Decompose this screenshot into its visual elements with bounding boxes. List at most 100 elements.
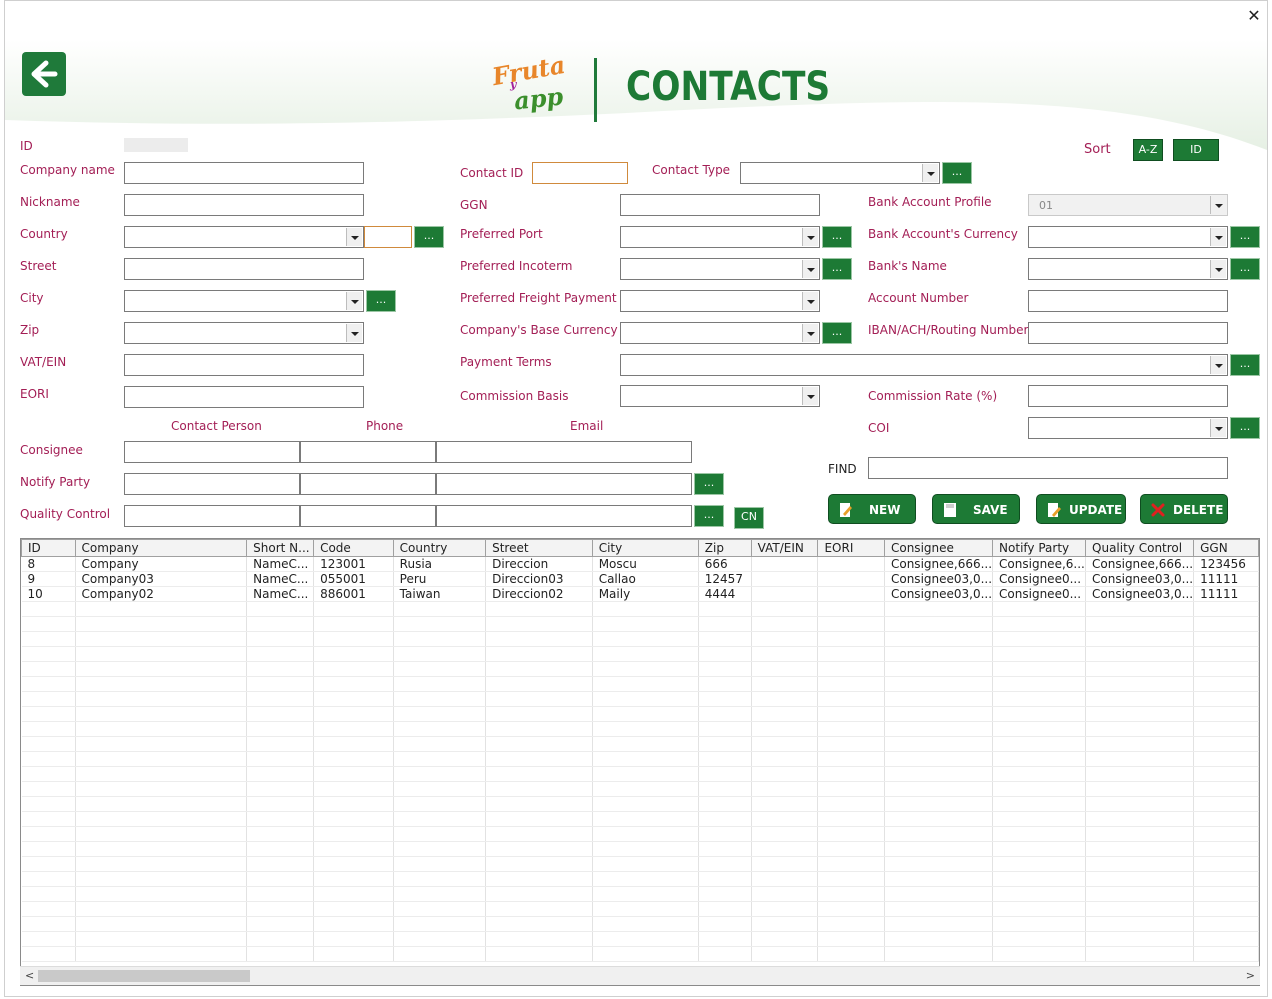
ggn-input[interactable]: [620, 194, 820, 216]
table-cell[interactable]: 11111: [1193, 586, 1259, 602]
country-more-button[interactable]: ...: [414, 226, 444, 248]
qc-more-button[interactable]: ...: [694, 505, 724, 527]
column-header[interactable]: EORI: [817, 539, 885, 557]
country-select[interactable]: [124, 226, 364, 248]
update-button[interactable]: UPDATE: [1036, 494, 1126, 524]
table-cell[interactable]: Consignee03,0...: [884, 571, 994, 587]
consignee-phone-input[interactable]: [300, 441, 436, 463]
table-cell[interactable]: Maily: [592, 586, 699, 602]
commission-basis-select[interactable]: [620, 385, 820, 407]
table-cell[interactable]: NameC...: [246, 556, 315, 572]
column-header[interactable]: GGN: [1193, 539, 1259, 557]
notify-contact-input[interactable]: [124, 473, 300, 495]
column-header[interactable]: Code: [313, 539, 394, 557]
table-cell[interactable]: Rusia: [393, 556, 487, 572]
table-cell[interactable]: 886001: [313, 586, 394, 602]
back-button[interactable]: [22, 52, 66, 96]
table-cell[interactable]: 4444: [698, 586, 752, 602]
sort-id-button[interactable]: ID: [1173, 139, 1219, 161]
table-cell[interactable]: Consignee,666...: [884, 556, 994, 572]
nickname-input[interactable]: [124, 194, 364, 216]
payment-terms-more-button[interactable]: ...: [1230, 354, 1260, 376]
table-cell[interactable]: Company03: [75, 571, 248, 587]
table-cell[interactable]: Consignee03,0...: [1085, 586, 1195, 602]
table-cell[interactable]: 11111: [1193, 571, 1259, 587]
scrollbar-thumb[interactable]: [38, 970, 250, 982]
horizontal-scrollbar[interactable]: < >: [20, 966, 1260, 985]
city-select[interactable]: [124, 290, 364, 312]
table-cell[interactable]: 9: [21, 571, 76, 587]
table-cell[interactable]: 666: [698, 556, 752, 572]
table-cell[interactable]: 123456: [1193, 556, 1259, 572]
consignee-contact-input[interactable]: [124, 441, 300, 463]
table-cell[interactable]: Company02: [75, 586, 248, 602]
table-cell[interactable]: Consignee03,0...: [884, 586, 994, 602]
scroll-right-icon[interactable]: >: [1246, 969, 1255, 982]
contact-id-input[interactable]: [532, 162, 628, 184]
preferred-port-select[interactable]: [620, 226, 820, 248]
table-cell[interactable]: Callao: [592, 571, 699, 587]
table-cell[interactable]: [751, 571, 819, 587]
bank-currency-select[interactable]: [1028, 226, 1228, 248]
table-cell[interactable]: Company: [75, 556, 248, 572]
table-cell[interactable]: Peru: [393, 571, 487, 587]
column-header[interactable]: Consignee: [883, 539, 994, 557]
consignee-email-input[interactable]: [436, 441, 692, 463]
account-number-input[interactable]: [1028, 290, 1228, 312]
contact-type-select[interactable]: [740, 162, 940, 184]
table-cell[interactable]: 8: [21, 556, 76, 572]
iban-input[interactable]: [1028, 322, 1228, 344]
cn-button[interactable]: CN: [734, 507, 764, 529]
table-cell[interactable]: NameC...: [246, 571, 315, 587]
find-input[interactable]: [868, 457, 1228, 479]
table-cell[interactable]: [817, 556, 885, 572]
qc-contact-input[interactable]: [124, 505, 300, 527]
column-header[interactable]: Notify Party: [992, 539, 1087, 557]
zip-select[interactable]: [124, 322, 364, 344]
commission-rate-input[interactable]: [1028, 385, 1228, 407]
table-cell[interactable]: Consignee0...: [992, 586, 1087, 602]
table-cell[interactable]: Direccion03: [485, 571, 593, 587]
company-name-input[interactable]: [124, 162, 364, 184]
column-header[interactable]: ID: [21, 539, 76, 557]
table-cell[interactable]: Consignee0...: [992, 571, 1087, 587]
table-cell[interactable]: Direccion: [485, 556, 593, 572]
city-more-button[interactable]: ...: [366, 290, 396, 312]
qc-email-input[interactable]: [436, 505, 692, 527]
table-cell[interactable]: Direccion02: [485, 586, 593, 602]
save-button[interactable]: SAVE: [932, 494, 1020, 524]
vat-input[interactable]: [124, 354, 364, 376]
table-cell[interactable]: 10: [21, 586, 76, 602]
table-cell[interactable]: 055001: [313, 571, 394, 587]
notify-phone-input[interactable]: [300, 473, 436, 495]
table-row[interactable]: 8 Company NameC... 123001 Rusia Direccion Mosc…: [21, 556, 1259, 572]
country-code-input[interactable]: [364, 226, 412, 248]
table-cell[interactable]: [817, 571, 885, 587]
coi-select[interactable]: [1028, 417, 1228, 439]
notify-email-input[interactable]: [436, 473, 692, 495]
bank-currency-more-button[interactable]: ...: [1230, 226, 1260, 248]
new-button[interactable]: NEW: [828, 494, 916, 524]
table-row[interactable]: 9 Company03 NameC... 055001 Peru Direccion03 C…: [21, 571, 1259, 587]
column-header[interactable]: VAT/EIN: [750, 539, 819, 557]
preferred-port-more-button[interactable]: ...: [822, 226, 852, 248]
table-cell[interactable]: Consignee03,0...: [1085, 571, 1195, 587]
column-header[interactable]: Quality Control: [1085, 539, 1195, 557]
table-cell[interactable]: Moscu: [592, 556, 699, 572]
street-input[interactable]: [124, 258, 364, 280]
table-cell[interactable]: 12457: [698, 571, 752, 587]
column-header[interactable]: Zip: [697, 539, 752, 557]
column-header[interactable]: City: [591, 539, 699, 557]
table-cell[interactable]: [817, 586, 885, 602]
contact-type-more-button[interactable]: ...: [942, 162, 972, 184]
table-cell[interactable]: Consignee,666...: [1085, 556, 1195, 572]
delete-button[interactable]: DELETE: [1140, 494, 1228, 524]
preferred-incoterm-more-button[interactable]: ...: [822, 258, 852, 280]
table-cell[interactable]: 123001: [313, 556, 394, 572]
notify-more-button[interactable]: ...: [694, 473, 724, 495]
table-cell[interactable]: [751, 556, 819, 572]
table-cell[interactable]: NameC...: [246, 586, 315, 602]
column-header[interactable]: Country: [392, 539, 487, 557]
scroll-left-icon[interactable]: <: [25, 969, 34, 982]
preferred-freight-select[interactable]: [620, 290, 820, 312]
